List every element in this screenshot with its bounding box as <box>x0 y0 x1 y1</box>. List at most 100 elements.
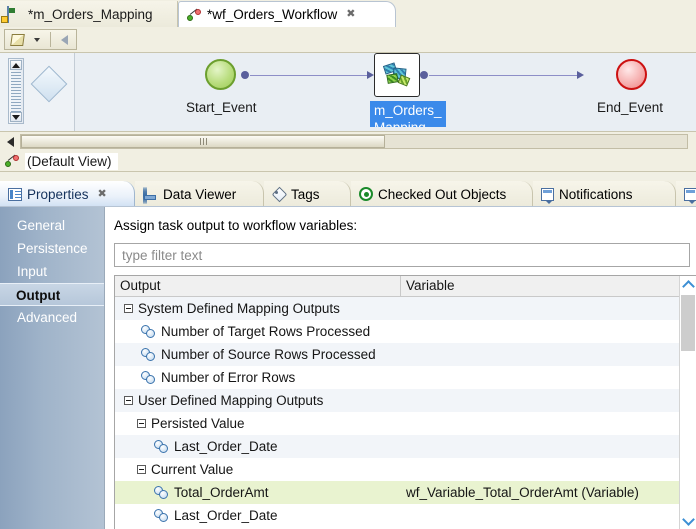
end-event-label: End_Event <box>597 100 663 115</box>
table-row[interactable]: Number of Target Rows Processed <box>115 320 696 343</box>
table-row[interactable]: User Defined Mapping Outputs <box>115 389 696 412</box>
scrollbar-track[interactable] <box>20 134 688 149</box>
row-label: Last_Order_Date <box>174 439 278 454</box>
back-arrow-icon[interactable] <box>54 30 74 49</box>
collapse-expander-icon[interactable] <box>137 419 146 428</box>
table-row[interactable]: Persisted Value <box>115 412 696 435</box>
scrollbar-thumb[interactable] <box>21 135 385 148</box>
tab-notifications[interactable]: Notifications <box>533 181 676 207</box>
tab-checked-out-objects[interactable]: Checked Out Objects <box>351 181 533 207</box>
task-output-port[interactable] <box>420 71 428 79</box>
view-bar-filler <box>123 153 696 170</box>
row-variable-cell[interactable] <box>401 297 696 320</box>
more-tabs-icon <box>684 188 696 201</box>
table-row[interactable]: Last_Order_Date <box>115 504 696 527</box>
row-variable-cell[interactable] <box>401 343 696 366</box>
tab-properties[interactable]: Properties ✖ <box>0 181 135 207</box>
table-row[interactable]: Current Value <box>115 458 696 481</box>
row-output-cell: User Defined Mapping Outputs <box>115 389 401 412</box>
row-variable-cell[interactable] <box>401 458 696 481</box>
chevron-down-icon[interactable] <box>27 30 47 49</box>
collapse-expander-icon[interactable] <box>137 465 146 474</box>
palette-panel <box>0 53 75 131</box>
table-row[interactable]: Last_Order_Date <box>115 435 696 458</box>
table-vertical-scrollbar[interactable] <box>679 276 696 529</box>
checked-out-objects-icon <box>359 187 373 201</box>
tab-overflow[interactable] <box>676 181 696 207</box>
filter-input[interactable] <box>114 243 690 267</box>
mapping-task-label[interactable]: m_Orders_ Mapping <box>370 101 446 127</box>
row-output-cell: System Defined Mapping Outputs <box>115 297 401 320</box>
row-variable-cell[interactable]: wf_Variable_Total_OrderAmt (Variable) <box>401 481 696 504</box>
row-output-cell: Last_Order_Date <box>115 435 401 458</box>
row-variable-cell[interactable] <box>401 435 696 458</box>
editor-tab-workflow[interactable]: *wf_Orders_Workflow ✖ <box>178 1 396 27</box>
column-header-output[interactable]: Output <box>115 276 401 296</box>
start-event-circle[interactable] <box>205 59 236 90</box>
sidebar-item-output[interactable]: Output <box>0 283 104 306</box>
sidebar-item-persistence[interactable]: Persistence <box>0 237 104 260</box>
row-variable-cell[interactable] <box>401 389 696 412</box>
variable-icon <box>154 440 169 453</box>
tab-tags[interactable]: Tags <box>264 181 351 207</box>
properties-icon <box>8 188 22 201</box>
scroll-left-arrow-icon[interactable] <box>2 134 18 149</box>
diamond-gateway-icon[interactable] <box>31 66 68 103</box>
canvas-horizontal-scrollbar[interactable] <box>0 131 696 151</box>
perspective-icon[interactable] <box>7 30 27 49</box>
row-variable-cell[interactable] <box>401 504 696 527</box>
properties-sidebar: General Persistence Input Output Advance… <box>0 207 104 529</box>
default-view-label[interactable]: (Default View) <box>25 153 118 170</box>
row-output-cell: Number of Source Rows Processed <box>115 343 401 366</box>
editor-toolbar <box>0 27 696 53</box>
scrollbar-thumb[interactable] <box>681 295 695 351</box>
connector-start-to-task[interactable] <box>250 75 367 76</box>
toolbar-button-group <box>4 29 77 50</box>
variable-icon <box>141 325 156 338</box>
row-variable-cell[interactable] <box>401 412 696 435</box>
table-row[interactable]: Number of Error Rows <box>115 366 696 389</box>
row-output-cell: Current Value <box>115 458 401 481</box>
sidebar-item-advanced[interactable]: Advanced <box>0 306 104 329</box>
bottom-view-tab-strip: Properties ✖ Data Viewer Tags Checked Ou… <box>0 180 696 207</box>
row-label: Number of Source Rows Processed <box>161 347 376 362</box>
chevron-down-icon[interactable] <box>680 512 696 529</box>
start-event-port[interactable] <box>241 71 249 79</box>
row-variable-cell[interactable] <box>401 320 696 343</box>
row-output-cell: Persisted Value <box>115 412 401 435</box>
mapping-task-node[interactable] <box>374 53 420 97</box>
variable-icon <box>141 371 156 384</box>
scroll-up-arrow-icon[interactable] <box>10 60 22 70</box>
properties-content: Assign task output to workflow variables… <box>104 207 696 529</box>
tag-icon <box>272 188 286 201</box>
close-icon[interactable]: ✖ <box>346 9 355 20</box>
close-icon[interactable]: ✖ <box>98 189 107 200</box>
palette-scrollbar[interactable] <box>8 58 24 124</box>
editor-tab-label: *wf_Orders_Workflow <box>207 7 337 22</box>
end-event-circle[interactable] <box>616 59 647 90</box>
editor-tab-mapping[interactable]: *m_Orders_Mapping <box>0 1 178 27</box>
output-variable-table: Output Variable System Defined Mapping O… <box>114 275 696 529</box>
column-header-variable[interactable]: Variable <box>401 276 696 296</box>
workflow-canvas[interactable]: Start_Event m_Orders_ Mapping End_Event <box>0 53 696 131</box>
tab-data-viewer[interactable]: Data Viewer <box>135 181 264 207</box>
table-row[interactable]: System Defined Mapping Outputs <box>115 297 696 320</box>
connector-task-to-end[interactable] <box>429 75 577 76</box>
row-label: System Defined Mapping Outputs <box>138 301 340 316</box>
row-variable-cell[interactable] <box>401 366 696 389</box>
collapse-expander-icon[interactable] <box>124 396 133 405</box>
start-event-label: Start_Event <box>186 100 257 115</box>
table-row[interactable]: Number of Source Rows Processed <box>115 343 696 366</box>
row-label: Last_Order_Date <box>174 508 278 523</box>
notifications-icon <box>541 188 554 201</box>
properties-view: General Persistence Input Output Advance… <box>0 207 696 529</box>
sidebar-item-input[interactable]: Input <box>0 260 104 283</box>
connector-arrow-icon <box>367 71 374 79</box>
scroll-down-arrow-icon[interactable] <box>10 112 22 122</box>
row-label: Number of Error Rows <box>161 370 295 385</box>
sidebar-item-general[interactable]: General <box>0 214 104 237</box>
collapse-expander-icon[interactable] <box>124 304 133 313</box>
chevron-up-icon[interactable] <box>680 276 696 293</box>
table-row-selected[interactable]: Total_OrderAmt wf_Variable_Total_OrderAm… <box>115 481 696 504</box>
tab-label: Tags <box>291 187 320 202</box>
